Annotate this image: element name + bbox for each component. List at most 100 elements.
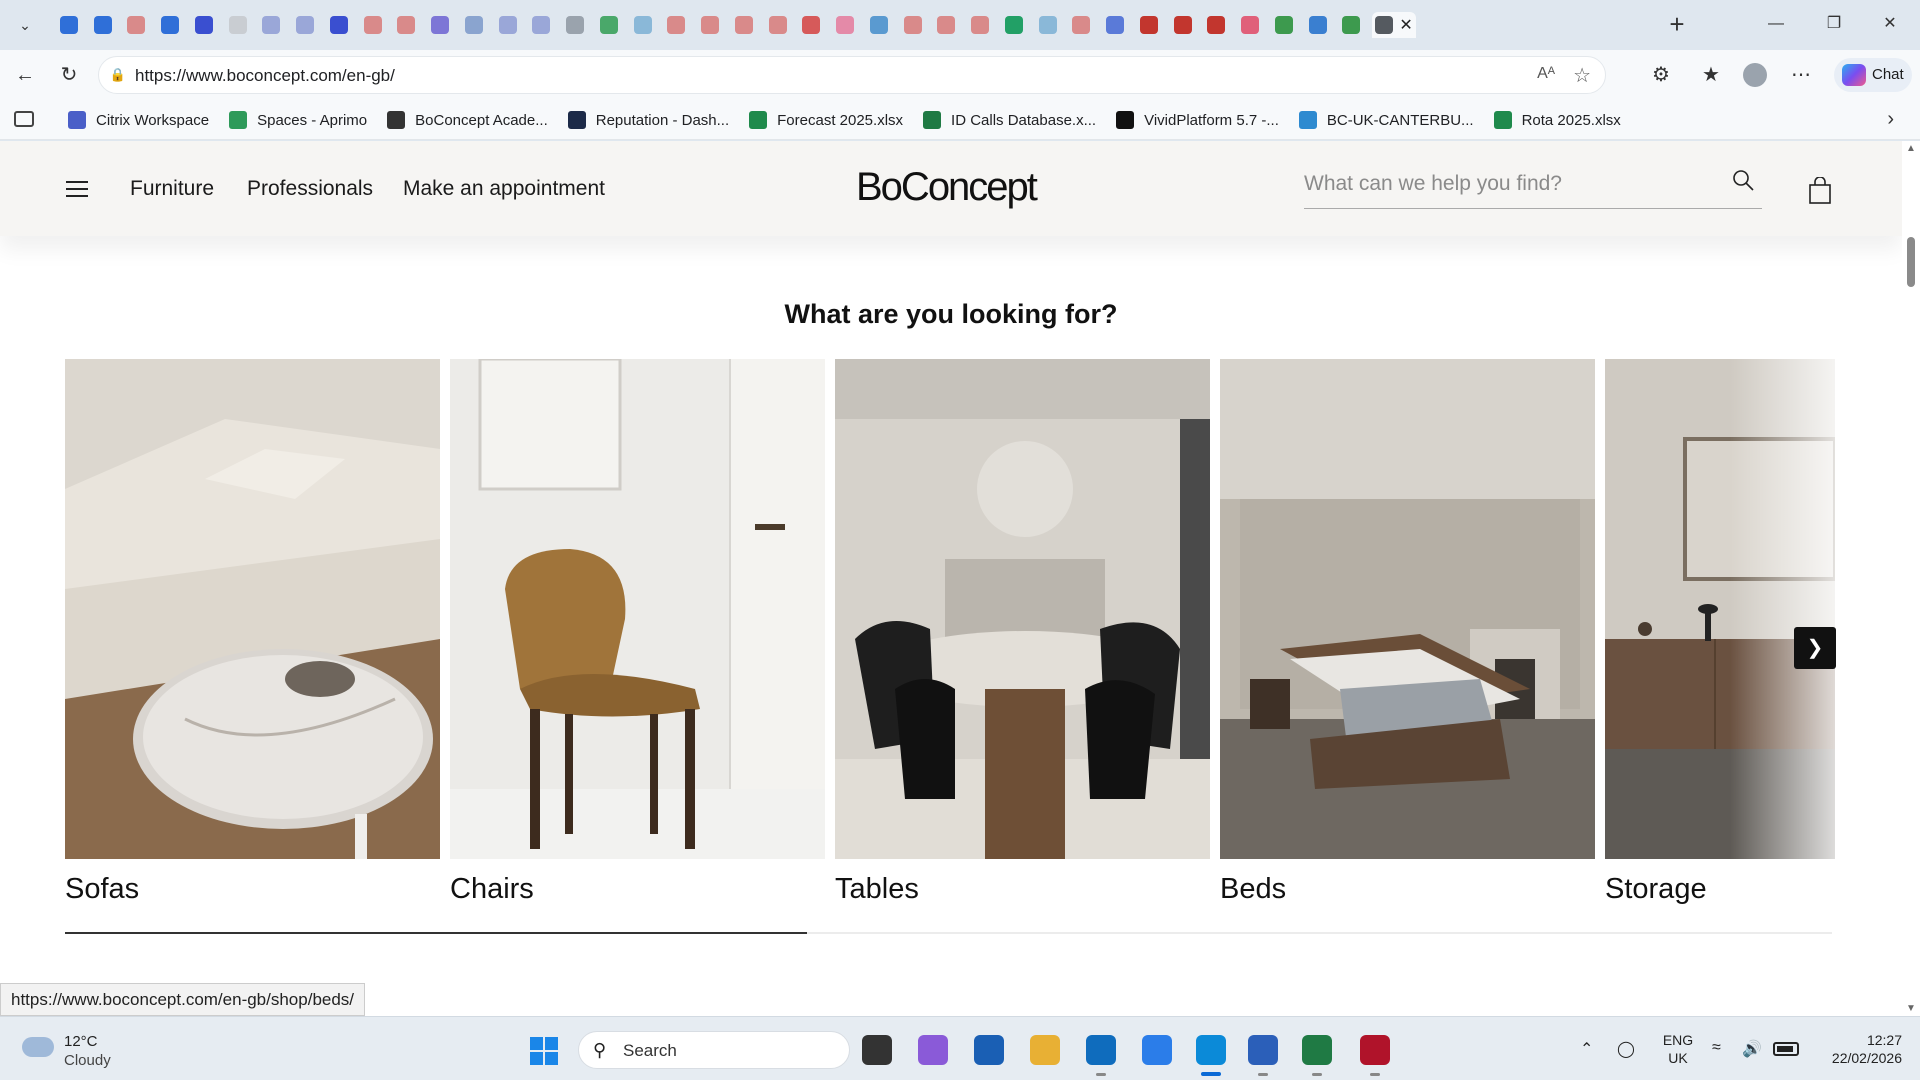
bookmark-item[interactable]: Spaces - Aprimo [229, 100, 387, 140]
browser-tab[interactable] [1237, 12, 1263, 38]
more-menu-icon[interactable]: ⋯ [1788, 62, 1814, 88]
word-app-icon[interactable] [1248, 1035, 1278, 1065]
profile-avatar[interactable] [1743, 63, 1767, 87]
back-button[interactable]: ← [12, 62, 38, 88]
system-clock[interactable]: 12:27 22/02/2026 [1818, 1031, 1902, 1067]
browser-tab[interactable] [124, 12, 150, 38]
file-explorer-icon[interactable] [1030, 1035, 1060, 1065]
new-tab-button[interactable]: + [1662, 10, 1692, 40]
page-scrollbar[interactable]: ▲ ▼ [1902, 141, 1920, 1016]
browser-tab[interactable] [191, 12, 217, 38]
start-windows-icon[interactable] [530, 1037, 558, 1065]
browser-tab[interactable] [934, 12, 960, 38]
bookmark-item[interactable]: BC-UK-CANTERBU... [1298, 100, 1494, 140]
nav-furniture[interactable]: Furniture [130, 177, 214, 201]
browser-tab[interactable] [326, 12, 352, 38]
browser-tab[interactable] [394, 12, 420, 38]
favorites-icon[interactable]: ★ [1698, 62, 1724, 88]
ax-app-icon[interactable] [1360, 1035, 1390, 1065]
browser-tab[interactable] [765, 12, 791, 38]
more-bookmarks-chevron-icon[interactable]: › [1887, 108, 1894, 131]
browser-tab[interactable] [1001, 12, 1027, 38]
browser-tab[interactable] [596, 12, 622, 38]
site-search-input[interactable] [1304, 169, 1714, 199]
taskbar-search[interactable]: ⚲ Search [578, 1031, 850, 1069]
excel-app-icon[interactable] [1302, 1035, 1332, 1065]
category-label-sofas[interactable]: Sofas [65, 873, 139, 906]
copilot-app-icon[interactable] [918, 1035, 948, 1065]
volume-icon[interactable]: 🔊 [1742, 1039, 1762, 1059]
nav-make-appointment[interactable]: Make an appointment [403, 177, 605, 201]
browser-tab[interactable] [495, 12, 521, 38]
browser-tab[interactable] [866, 12, 892, 38]
collections-icon[interactable] [14, 111, 34, 127]
browser-tab[interactable] [832, 12, 858, 38]
browser-tab[interactable] [1271, 12, 1297, 38]
azure-app-icon[interactable] [1142, 1035, 1172, 1065]
boconcept-logo[interactable]: BoConcept [856, 165, 1038, 210]
browser-tab[interactable] [1069, 12, 1095, 38]
minimize-button[interactable]: — [1756, 10, 1796, 38]
read-aloud-icon[interactable]: Aᴬ [1537, 65, 1555, 83]
scroll-up-arrow-icon[interactable]: ▲ [1906, 143, 1916, 154]
category-card-beds[interactable] [1220, 359, 1595, 859]
wifi-icon[interactable]: ≈ [1712, 1039, 1721, 1057]
category-label-chairs[interactable]: Chairs [450, 873, 534, 906]
browser-tab[interactable] [967, 12, 993, 38]
category-card-tables[interactable] [835, 359, 1210, 859]
browser-tab[interactable] [900, 12, 926, 38]
nav-professionals[interactable]: Professionals [247, 177, 373, 201]
store-app-icon[interactable] [974, 1035, 1004, 1065]
edge-browser-icon[interactable] [1196, 1035, 1226, 1065]
browser-tab[interactable] [799, 12, 825, 38]
task-view-icon[interactable] [862, 1035, 892, 1065]
browser-tab[interactable] [1170, 12, 1196, 38]
bookmark-item[interactable]: BoConcept Acade... [387, 100, 568, 140]
shopping-bag-icon[interactable] [1808, 177, 1832, 205]
browser-tab[interactable] [427, 12, 453, 38]
address-bar[interactable]: 🔒 https://www.boconcept.com/en-gb/ Aᴬ ☆ [98, 56, 1606, 94]
bookmark-item[interactable]: Citrix Workspace [68, 100, 229, 140]
restore-button[interactable]: ❐ [1814, 10, 1854, 38]
search-icon[interactable] [1732, 169, 1754, 191]
weather-widget[interactable]: 12°C Cloudy [22, 1031, 122, 1071]
browser-tab[interactable] [292, 12, 318, 38]
close-window-button[interactable]: ✕ [1870, 10, 1910, 38]
bookmark-item[interactable]: Reputation - Dash... [567, 100, 749, 140]
browser-tab[interactable] [1035, 12, 1061, 38]
browser-tab[interactable] [1102, 12, 1128, 38]
carousel-next-button[interactable]: ❯ [1794, 627, 1836, 669]
browser-tab[interactable] [259, 12, 285, 38]
browser-tab[interactable]: ✕ [1372, 12, 1416, 38]
bookmark-item[interactable]: Forecast 2025.xlsx [749, 100, 923, 140]
browser-tab[interactable] [630, 12, 656, 38]
page-info-icon[interactable]: 🔒 [109, 66, 127, 84]
browser-tab[interactable] [360, 12, 386, 38]
favorite-star-icon[interactable]: ☆ [1573, 63, 1591, 88]
category-label-storage[interactable]: Storage [1605, 873, 1707, 906]
browser-tab[interactable] [664, 12, 690, 38]
bookmark-item[interactable]: ID Calls Database.x... [923, 100, 1116, 140]
copilot-chat-button[interactable]: Chat [1834, 58, 1912, 92]
browser-tab[interactable] [56, 12, 82, 38]
network-status-icon[interactable]: ◯ [1617, 1039, 1635, 1059]
browser-tab[interactable] [731, 12, 757, 38]
browser-tab[interactable] [1204, 12, 1230, 38]
tab-actions-chevron-icon[interactable]: ⌄ [12, 13, 38, 37]
browser-tab[interactable] [697, 12, 723, 38]
browser-tab[interactable] [562, 12, 588, 38]
category-label-beds[interactable]: Beds [1220, 873, 1286, 906]
browser-tab[interactable] [225, 12, 251, 38]
show-hidden-icons-chevron-icon[interactable]: ⌃ [1580, 1039, 1593, 1059]
category-label-tables[interactable]: Tables [835, 873, 919, 906]
browser-tab[interactable] [157, 12, 183, 38]
scrollbar-thumb[interactable] [1907, 237, 1915, 287]
menu-hamburger-icon[interactable] [66, 181, 88, 197]
browser-tab[interactable] [1136, 12, 1162, 38]
category-card-sofas[interactable] [65, 359, 440, 859]
browser-tab[interactable] [1305, 12, 1331, 38]
category-card-chairs[interactable] [450, 359, 825, 859]
browser-tab[interactable] [461, 12, 487, 38]
scroll-down-arrow-icon[interactable]: ▼ [1906, 1003, 1916, 1014]
bookmark-item[interactable]: VividPlatform 5.7 -... [1116, 100, 1299, 140]
